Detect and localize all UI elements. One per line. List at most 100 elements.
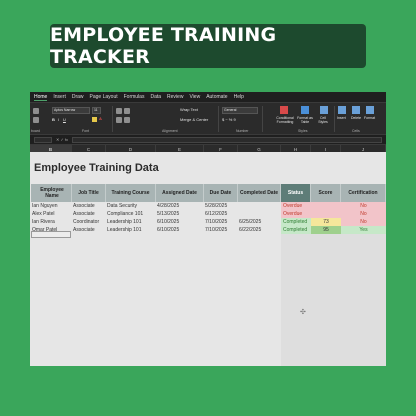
fill-color-icon[interactable] <box>92 117 97 122</box>
cell-score[interactable]: 95 <box>311 226 341 234</box>
format-as-table-button[interactable]: Format as Table <box>297 116 313 124</box>
cell-status[interactable]: Overdue <box>281 202 311 210</box>
cell-completed[interactable]: 6/22/2025 <box>239 226 281 234</box>
underline-button[interactable]: U <box>63 117 66 122</box>
insert-cells-icon[interactable] <box>338 106 346 114</box>
cell-due[interactable]: 7/10/2025 <box>205 226 238 234</box>
font-name-select[interactable]: Aptos Narrow <box>52 107 90 114</box>
cell-styles-button[interactable]: Cell Styles <box>316 116 330 124</box>
conditional-formatting-button[interactable]: Conditional Formatting <box>274 116 296 124</box>
cell-score[interactable] <box>311 202 341 210</box>
cell-cert[interactable]: No <box>341 210 386 218</box>
group-label-number: Number <box>236 129 249 133</box>
tab-automate[interactable]: Automate <box>206 94 227 100</box>
excel-window: Home Insert Draw Page Layout Formulas Da… <box>30 92 386 366</box>
cell-assigned[interactable]: 4/28/2025 <box>157 202 204 210</box>
worksheet[interactable]: Employee Training Data Employee Name Job… <box>30 152 386 366</box>
delete-cells-button[interactable]: Delete <box>351 116 361 120</box>
font-size-select[interactable]: 11 <box>92 107 101 114</box>
cell-name[interactable]: Alex Patel <box>32 210 72 218</box>
cell-completed[interactable] <box>239 202 281 210</box>
header-score[interactable]: Score <box>311 184 341 202</box>
tab-view[interactable]: View <box>189 94 200 100</box>
cell-completed[interactable]: 6/25/2025 <box>239 218 281 226</box>
header-due-date[interactable]: Due Date <box>204 184 238 202</box>
tab-formulas[interactable]: Formulas <box>124 94 145 100</box>
name-box[interactable] <box>34 136 52 143</box>
cell-status[interactable]: Completed <box>281 226 311 234</box>
cell-assigned[interactable]: 6/10/2025 <box>157 218 204 226</box>
formula-buttons[interactable]: ✕ ✓ fx <box>56 137 68 142</box>
format-as-table-icon[interactable] <box>301 106 309 114</box>
align-left-icon[interactable] <box>116 117 122 123</box>
cell-due[interactable]: 6/12/2025 <box>205 210 238 218</box>
cell-course[interactable]: Leadership 101 <box>107 218 156 226</box>
table-row: Omar Patel Associate Leadership 101 6/10/20… <box>30 226 386 234</box>
group-label-clipboard: board <box>31 129 40 133</box>
cut-icon[interactable] <box>33 117 39 123</box>
tab-help[interactable]: Help <box>234 94 244 100</box>
cell-job[interactable]: Coordinator <box>73 218 106 226</box>
tab-review[interactable]: Review <box>167 94 183 100</box>
group-label-font: Font <box>82 129 90 133</box>
cell-name[interactable]: Ian Nguyen <box>32 202 72 210</box>
cursor-icon: ✣ <box>300 309 306 316</box>
cell-score[interactable]: 73 <box>311 218 341 226</box>
header-status[interactable]: Status <box>281 184 311 202</box>
cell-cert[interactable]: No <box>341 202 386 210</box>
tab-page-layout[interactable]: Page Layout <box>90 94 118 100</box>
cell-due[interactable]: 5/28/2025 <box>205 202 238 210</box>
tab-data[interactable]: Data <box>150 94 161 100</box>
cell-styles-icon[interactable] <box>320 106 328 114</box>
ribbon-tabs: Home Insert Draw Page Layout Formulas Da… <box>30 92 386 102</box>
align-middle-icon[interactable] <box>124 108 130 114</box>
header-job-title[interactable]: Job Title <box>72 184 106 202</box>
wrap-text-button[interactable]: Wrap Text <box>180 107 198 112</box>
conditional-formatting-icon[interactable] <box>280 106 288 114</box>
cell-due[interactable]: 7/10/2025 <box>205 218 238 226</box>
currency-button[interactable]: $ ~ % 9 <box>222 117 236 122</box>
cell-job[interactable]: Associate <box>73 202 106 210</box>
italic-button[interactable]: I <box>58 117 59 122</box>
tab-insert[interactable]: Insert <box>53 94 66 100</box>
header-certification[interactable]: Certification <box>341 184 386 202</box>
cell-course[interactable]: Compliance 101 <box>107 210 156 218</box>
table-row: Ian Rivera Coordinator Leadership 101 6/10/… <box>30 218 386 226</box>
paste-icon[interactable] <box>33 108 39 114</box>
align-top-icon[interactable] <box>116 108 122 114</box>
formula-input[interactable] <box>72 136 382 143</box>
format-cells-button[interactable]: Format <box>364 116 375 120</box>
tab-draw[interactable]: Draw <box>72 94 84 100</box>
cell-course[interactable]: Data Security <box>107 202 156 210</box>
merge-center-button[interactable]: Merge & Center <box>180 117 208 122</box>
page-banner-title: EMPLOYEE TRAINING TRACKER <box>50 24 366 68</box>
cell-cert[interactable]: No <box>341 218 386 226</box>
delete-cells-icon[interactable] <box>352 106 360 114</box>
format-cells-icon[interactable] <box>366 106 374 114</box>
header-training-course[interactable]: Training Course <box>106 184 156 202</box>
cell-completed[interactable] <box>239 210 281 218</box>
cell-assigned[interactable]: 5/13/2025 <box>157 210 204 218</box>
cell-status[interactable]: Completed <box>281 218 311 226</box>
cell-course[interactable]: Leadership 101 <box>107 226 156 234</box>
header-assigned-date[interactable]: Assigned Date <box>156 184 204 202</box>
selected-cell[interactable] <box>31 231 71 238</box>
tab-home[interactable]: Home <box>34 94 48 101</box>
formula-bar: ✕ ✓ fx <box>30 134 386 144</box>
column-headers: B C D E F G H I J <box>30 144 386 153</box>
insert-cells-button[interactable]: Insert <box>337 116 346 120</box>
cell-job[interactable]: Associate <box>73 226 106 234</box>
cell-name[interactable]: Ian Rivera <box>32 218 72 226</box>
cell-job[interactable]: Associate <box>73 210 106 218</box>
cell-score[interactable] <box>311 210 341 218</box>
header-completed-date[interactable]: Completed Date <box>238 184 281 202</box>
align-center-icon[interactable] <box>124 117 130 123</box>
cell-status[interactable]: Overdue <box>281 210 311 218</box>
group-label-alignment: Alignment <box>162 129 178 133</box>
font-color-icon[interactable]: A <box>99 116 102 121</box>
cell-assigned[interactable]: 6/10/2025 <box>157 226 204 234</box>
header-employee-name[interactable]: Employee Name <box>31 184 72 202</box>
number-format-select[interactable]: General <box>222 107 258 114</box>
cell-cert[interactable]: Yes <box>341 226 386 234</box>
bold-button[interactable]: B <box>52 117 55 122</box>
